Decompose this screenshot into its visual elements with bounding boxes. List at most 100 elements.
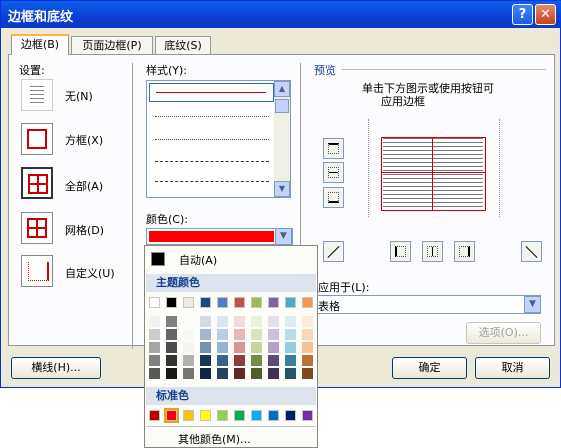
scroll-up-icon[interactable]: ▲ [274,81,290,97]
standard-color-swatch[interactable] [217,410,228,421]
theme-color-swatch[interactable] [251,297,262,308]
theme-color-tint-swatch[interactable] [251,342,262,353]
bottom-border-button[interactable] [323,187,344,208]
theme-color-tint-swatch[interactable] [149,355,160,366]
theme-color-tint-swatch[interactable] [268,368,279,379]
standard-color-swatch[interactable] [183,410,194,421]
setting-grid-label[interactable]: 网格(D) [65,222,104,238]
theme-color-swatch[interactable] [285,297,296,308]
short-dash-line-option[interactable] [155,161,269,162]
tab-page-borders[interactable]: 页面边框(P) [71,36,153,55]
theme-color-tint-swatch[interactable] [149,368,160,379]
dotted-line-option[interactable] [155,116,269,117]
theme-color-tint-swatch[interactable] [285,342,296,353]
theme-color-tint-swatch[interactable] [285,368,296,379]
options-button[interactable]: 选项(O)... [466,322,541,344]
theme-color-tint-swatch[interactable] [166,329,177,340]
inside-horizontal-border-button[interactable] [323,162,344,183]
apply-to-select[interactable]: 表格 ▼ [313,295,541,314]
right-border-button[interactable] [454,241,475,262]
theme-color-tint-swatch[interactable] [217,368,228,379]
theme-color-tint-swatch[interactable] [251,329,262,340]
tab-shading[interactable]: 底纹(S) [155,36,211,55]
theme-color-tint-swatch[interactable] [149,342,160,353]
theme-color-tint-swatch[interactable] [251,316,262,327]
left-border-button[interactable] [390,241,411,262]
theme-color-tint-swatch[interactable] [200,368,211,379]
top-border-button[interactable] [323,138,344,159]
setting-custom-label[interactable]: 自定义(U) [65,265,115,281]
theme-color-tint-swatch[interactable] [234,316,245,327]
theme-color-tint-swatch[interactable] [217,316,228,327]
help-button[interactable]: ? [512,4,533,25]
theme-color-swatch[interactable] [149,297,160,308]
theme-color-tint-swatch[interactable] [302,342,313,353]
theme-color-tint-swatch[interactable] [285,355,296,366]
theme-color-tint-swatch[interactable] [166,368,177,379]
theme-color-tint-swatch[interactable] [268,316,279,327]
theme-color-tint-swatch[interactable] [200,355,211,366]
theme-color-tint-swatch[interactable] [183,329,194,340]
diagonal-down-border-button[interactable] [323,241,344,262]
cancel-button[interactable]: 取消 [475,357,550,379]
theme-color-tint-swatch[interactable] [200,342,211,353]
color-dropdown[interactable]: ▼ [146,228,293,245]
theme-color-tint-swatch[interactable] [251,368,262,379]
theme-color-tint-swatch[interactable] [200,329,211,340]
setting-box-label[interactable]: 方框(X) [65,132,103,148]
theme-color-swatch[interactable] [302,297,313,308]
automatic-color-item[interactable]: 自动(A) [147,248,315,270]
setting-box-icon[interactable] [21,123,53,155]
theme-color-tint-swatch[interactable] [149,329,160,340]
theme-color-swatch[interactable] [166,297,177,308]
standard-color-swatch[interactable] [164,408,179,423]
standard-color-swatch[interactable] [268,410,279,421]
theme-color-tint-swatch[interactable] [183,368,194,379]
line-style-list[interactable]: ▲ ▼ [146,80,291,198]
standard-color-swatch[interactable] [234,410,245,421]
theme-color-tint-swatch[interactable] [166,316,177,327]
theme-color-tint-swatch[interactable] [234,329,245,340]
theme-color-tint-swatch[interactable] [302,316,313,327]
standard-color-swatch[interactable] [149,410,160,421]
theme-color-tint-swatch[interactable] [285,316,296,327]
theme-color-swatch[interactable] [200,297,211,308]
theme-color-tint-swatch[interactable] [268,329,279,340]
standard-color-swatch[interactable] [200,410,211,421]
standard-color-swatch[interactable] [302,410,313,421]
theme-color-tint-swatch[interactable] [302,355,313,366]
standard-color-swatch[interactable] [285,410,296,421]
setting-all-label[interactable]: 全部(A) [65,178,103,194]
theme-color-tint-swatch[interactable] [166,342,177,353]
theme-color-tint-swatch[interactable] [183,355,194,366]
standard-color-swatch[interactable] [251,410,262,421]
inside-vertical-border-button[interactable] [422,241,443,262]
theme-color-swatch[interactable] [268,297,279,308]
ok-button[interactable]: 确定 [392,357,467,379]
theme-color-tint-swatch[interactable] [166,355,177,366]
more-colors-item[interactable]: 其他颜色(M)... [178,431,251,447]
theme-color-tint-swatch[interactable] [200,316,211,327]
theme-color-tint-swatch[interactable] [234,368,245,379]
theme-color-tint-swatch[interactable] [217,342,228,353]
theme-color-tint-swatch[interactable] [183,342,194,353]
theme-color-swatch[interactable] [183,297,194,308]
theme-color-tint-swatch[interactable] [268,355,279,366]
horizontal-line-button[interactable]: 横线(H)... [11,357,101,379]
theme-color-tint-swatch[interactable] [234,342,245,353]
preview-diagram[interactable] [368,119,500,217]
setting-grid-icon[interactable] [21,212,53,244]
setting-none-label[interactable]: 无(N) [65,88,93,104]
setting-all-icon[interactable] [21,167,53,199]
theme-color-tint-swatch[interactable] [285,329,296,340]
dash-line-option[interactable] [155,181,269,182]
chevron-down-icon[interactable]: ▼ [524,296,541,313]
theme-color-tint-swatch[interactable] [234,355,245,366]
scroll-thumb[interactable] [275,99,289,113]
theme-color-swatch[interactable] [234,297,245,308]
theme-color-tint-swatch[interactable] [302,368,313,379]
diagonal-up-border-button[interactable] [521,241,542,262]
theme-color-tint-swatch[interactable] [183,316,194,327]
theme-color-tint-swatch[interactable] [302,329,313,340]
theme-color-tint-swatch[interactable] [268,342,279,353]
